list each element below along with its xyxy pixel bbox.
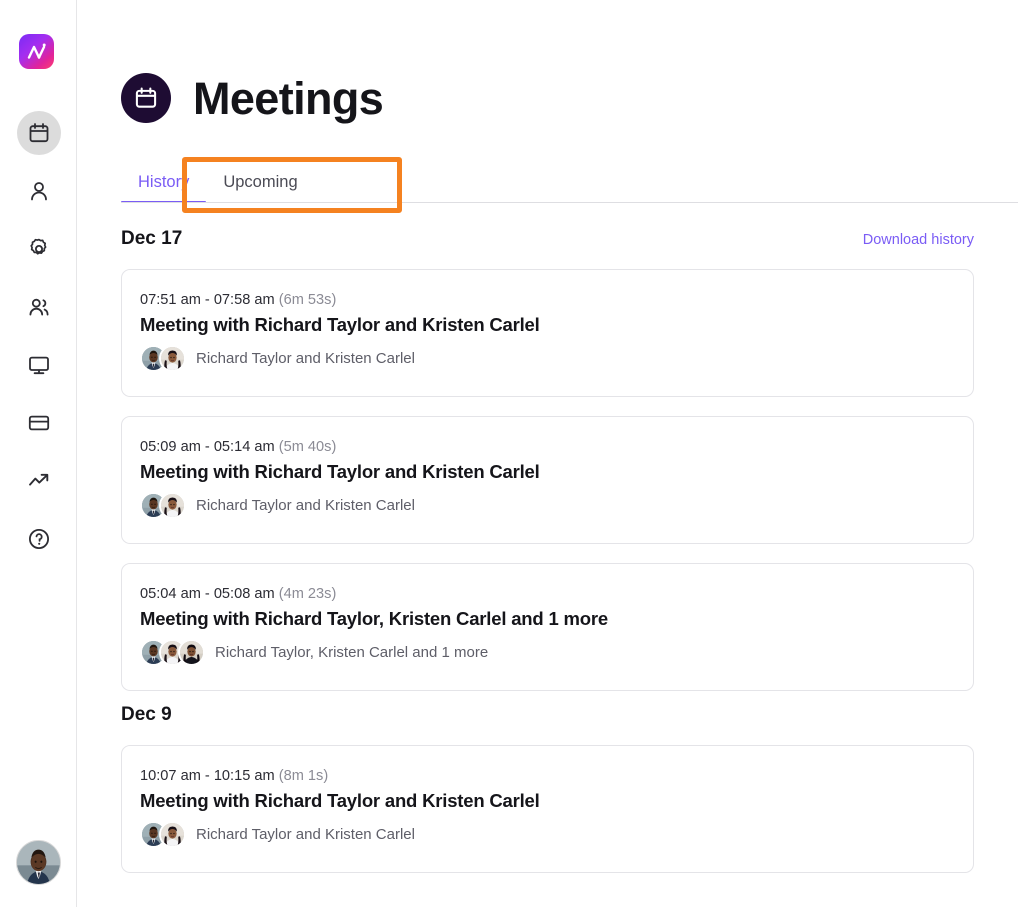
credit-card-icon bbox=[28, 415, 49, 431]
meeting-duration: (6m 53s) bbox=[278, 292, 337, 308]
meeting-participants-row: Richard Taylor and Kristen Carlel bbox=[140, 492, 955, 519]
calendar-icon bbox=[29, 123, 48, 143]
page-header: Meetings bbox=[121, 72, 384, 124]
avatar bbox=[159, 345, 186, 372]
meeting-duration: (4m 23s) bbox=[278, 586, 337, 602]
trending-up-icon bbox=[28, 473, 48, 486]
avatar bbox=[159, 821, 186, 848]
date-label: Dec 9 bbox=[121, 704, 172, 725]
tabs-divider bbox=[121, 202, 1018, 203]
download-history-link[interactable]: Download history bbox=[863, 232, 974, 248]
ai-logo[interactable] bbox=[19, 34, 54, 69]
main-content: Meetings History Upcoming Dec 17 Download… bbox=[77, 0, 1018, 907]
participant-avatar-stack bbox=[140, 345, 186, 372]
meeting-time-row: 07:51 am - 07:58 am (6m 53s) bbox=[140, 292, 955, 308]
tab-upcoming[interactable]: Upcoming bbox=[206, 173, 314, 203]
meeting-title: Meeting with Richard Taylor and Kristen … bbox=[140, 314, 540, 335]
monitor-icon bbox=[28, 356, 49, 375]
meeting-card[interactable]: 10:07 am - 10:15 am (8m 1s) Meeting with … bbox=[121, 745, 974, 873]
sidebar-item-meetings[interactable] bbox=[0, 104, 77, 162]
avatar bbox=[159, 492, 186, 519]
page-title: Meetings bbox=[193, 72, 384, 124]
meeting-time-row: 05:09 am - 05:14 am (5m 40s) bbox=[140, 439, 955, 455]
sidebar-item-contacts[interactable] bbox=[0, 162, 77, 220]
user-avatar[interactable] bbox=[16, 840, 61, 885]
participant-names: Richard Taylor and Kristen Carlel bbox=[196, 350, 415, 367]
sidebar-item-billing[interactable] bbox=[0, 394, 77, 452]
meeting-time: 05:04 am - 05:08 am bbox=[140, 586, 275, 602]
date-label: Dec 17 bbox=[121, 228, 183, 249]
meeting-time: 07:51 am - 07:58 am bbox=[140, 292, 275, 308]
meeting-title: Meeting with Richard Taylor and Kristen … bbox=[140, 790, 540, 811]
sidebar-item-team[interactable] bbox=[0, 278, 77, 336]
meetings-list[interactable]: Dec 17 Download history 07:51 am - 07:58 a… bbox=[77, 215, 1018, 907]
participant-names: Richard Taylor and Kristen Carlel bbox=[196, 497, 415, 514]
tabs-row: History Upcoming bbox=[121, 163, 1018, 203]
help-circle-icon bbox=[28, 528, 49, 550]
participant-names: Richard Taylor, Kristen Carlel and 1 mor… bbox=[215, 644, 489, 661]
meeting-duration: (5m 40s) bbox=[278, 439, 337, 455]
calendar-icon bbox=[121, 73, 171, 123]
avatar bbox=[178, 639, 205, 666]
sidebar bbox=[0, 0, 77, 907]
meeting-card[interactable]: 05:04 am - 05:08 am (4m 23s) Meeting with… bbox=[121, 563, 974, 691]
meeting-participants-row: Richard Taylor, Kristen Carlel and 1 mor… bbox=[140, 639, 955, 666]
date-group-header: Dec 17 Download history bbox=[121, 215, 974, 250]
participant-avatar-stack bbox=[140, 639, 205, 666]
sidebar-item-settings[interactable] bbox=[0, 220, 77, 278]
meeting-duration: (8m 1s) bbox=[278, 768, 329, 784]
tab-history[interactable]: History bbox=[121, 173, 207, 203]
meeting-time-row: 10:07 am - 10:15 am (8m 1s) bbox=[140, 768, 955, 784]
meeting-title: Meeting with Richard Taylor and Kristen … bbox=[140, 461, 540, 482]
meeting-title: Meeting with Richard Taylor, Kristen Car… bbox=[140, 608, 608, 629]
tabs: History Upcoming bbox=[121, 163, 1018, 203]
date-group-header: Dec 9 bbox=[121, 691, 974, 726]
meeting-participants-row: Richard Taylor and Kristen Carlel bbox=[140, 821, 955, 848]
gear-icon bbox=[29, 238, 46, 255]
meeting-time: 05:09 am - 05:14 am bbox=[140, 439, 275, 455]
meeting-participants-row: Richard Taylor and Kristen Carlel bbox=[140, 345, 955, 372]
sidebar-nav bbox=[0, 104, 77, 568]
person-icon bbox=[30, 182, 47, 201]
people-icon bbox=[29, 298, 48, 316]
participant-avatar-stack bbox=[140, 492, 186, 519]
sidebar-item-analytics[interactable] bbox=[0, 452, 77, 510]
sidebar-item-help[interactable] bbox=[0, 510, 77, 568]
meeting-card[interactable]: 07:51 am - 07:58 am (6m 53s) Meeting with… bbox=[121, 269, 974, 397]
meeting-card[interactable]: 05:09 am - 05:14 am (5m 40s) Meeting with… bbox=[121, 416, 974, 544]
meeting-time-row: 05:04 am - 05:08 am (4m 23s) bbox=[140, 586, 955, 602]
participant-names: Richard Taylor and Kristen Carlel bbox=[196, 826, 415, 843]
meeting-time: 10:07 am - 10:15 am bbox=[140, 768, 275, 784]
participant-avatar-stack bbox=[140, 821, 186, 848]
sidebar-item-devices[interactable] bbox=[0, 336, 77, 394]
